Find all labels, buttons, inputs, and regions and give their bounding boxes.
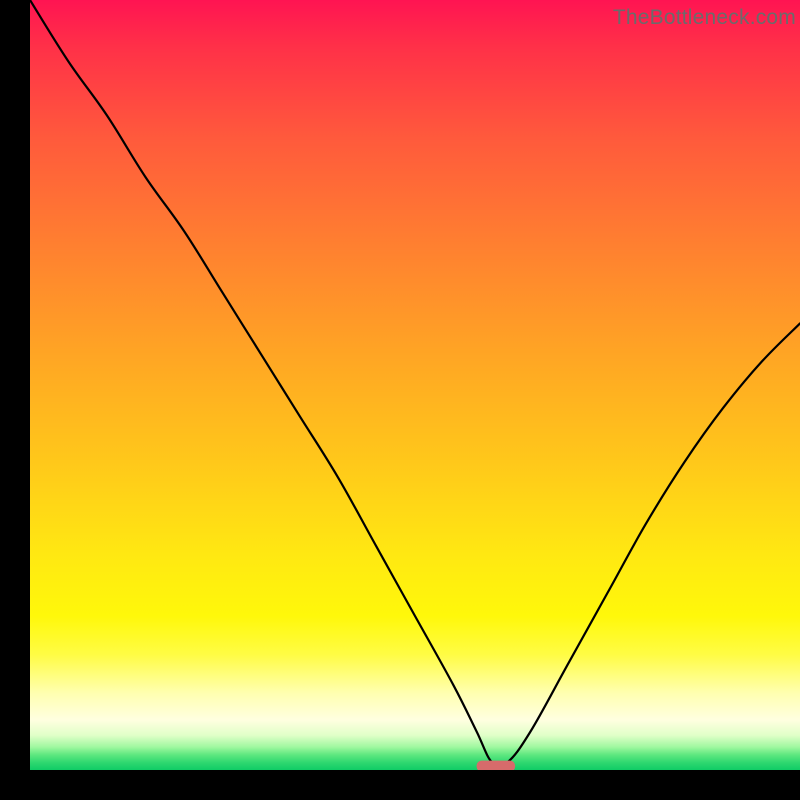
chart-overlay	[30, 0, 800, 770]
bottleneck-curve	[30, 0, 800, 766]
watermark-text: TheBottleneck.com	[613, 6, 796, 30]
chart-frame: TheBottleneck.com	[0, 0, 800, 800]
optimal-marker	[477, 761, 515, 770]
plot-area: TheBottleneck.com	[30, 0, 800, 770]
